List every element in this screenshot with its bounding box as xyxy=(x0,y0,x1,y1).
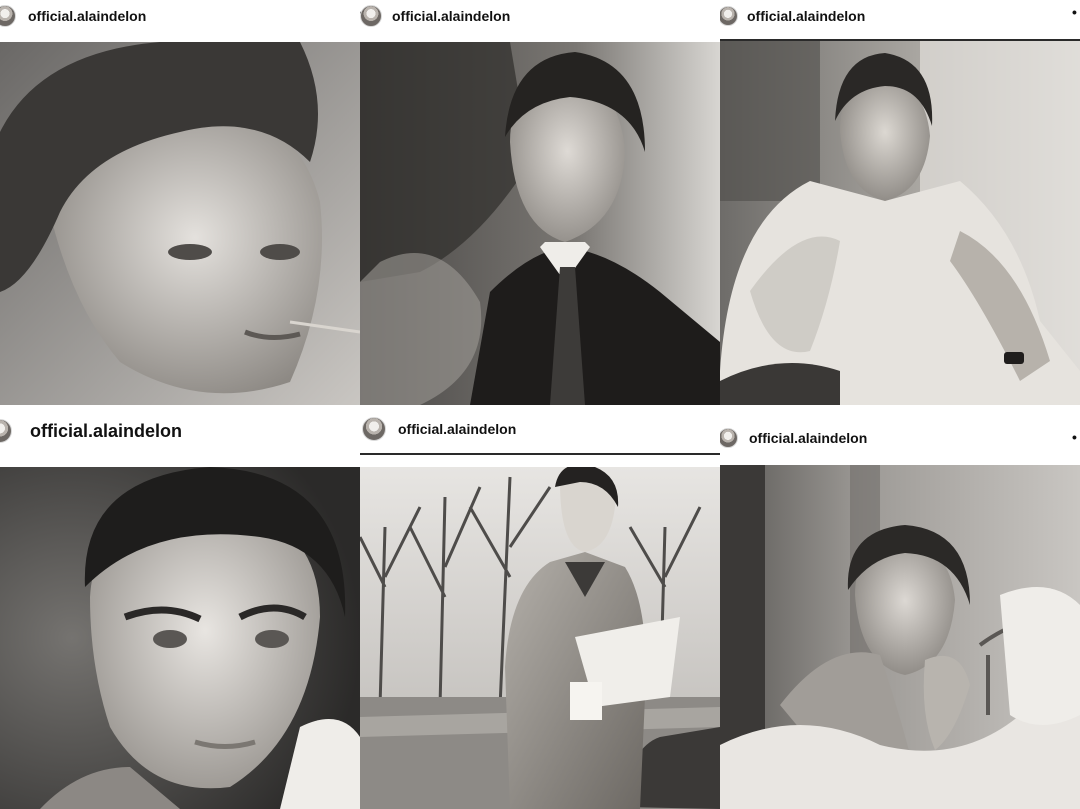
post-photo[interactable] xyxy=(360,42,720,405)
avatar[interactable] xyxy=(362,417,386,441)
username[interactable]: official.alaindelon xyxy=(392,8,510,24)
post-header: official.alaindelon xyxy=(720,405,867,471)
post-header: official.alaindelon xyxy=(720,0,865,32)
post-tile[interactable]: official.alaindelon xyxy=(0,405,360,809)
post-photo[interactable] xyxy=(0,467,360,809)
more-options-icon[interactable]: • xyxy=(360,4,361,20)
post-tile[interactable]: official.alaindelon xyxy=(360,405,720,809)
avatar[interactable] xyxy=(720,428,738,448)
avatar[interactable] xyxy=(360,5,382,27)
more-options-icon[interactable]: • xyxy=(1072,429,1077,445)
more-options-icon[interactable]: • xyxy=(1072,4,1077,20)
post-photo[interactable] xyxy=(0,42,360,405)
username[interactable]: official.alaindelon xyxy=(749,430,867,446)
post-tile[interactable]: official.alaindelon xyxy=(0,0,360,405)
post-header: official.alaindelon xyxy=(360,405,516,453)
post-header: official.alaindelon xyxy=(0,405,182,457)
post-photo[interactable] xyxy=(360,467,720,809)
post-header: official.alaindelon xyxy=(0,0,146,32)
username[interactable]: official.alaindelon xyxy=(30,421,182,442)
post-header: • official.alaindelon xyxy=(360,0,510,32)
avatar[interactable] xyxy=(0,5,16,27)
post-photo[interactable] xyxy=(720,41,1080,405)
username[interactable]: official.alaindelon xyxy=(398,421,516,437)
post-tile[interactable]: • official.alaindelon xyxy=(360,0,720,405)
username[interactable]: official.alaindelon xyxy=(747,8,865,24)
post-photo[interactable] xyxy=(720,465,1080,809)
avatar[interactable] xyxy=(0,419,12,443)
post-tile[interactable]: official.alaindelon • xyxy=(720,0,1080,405)
username[interactable]: official.alaindelon xyxy=(28,8,146,24)
avatar[interactable] xyxy=(720,6,738,26)
divider xyxy=(360,453,720,455)
post-tile[interactable]: official.alaindelon • xyxy=(720,405,1080,809)
